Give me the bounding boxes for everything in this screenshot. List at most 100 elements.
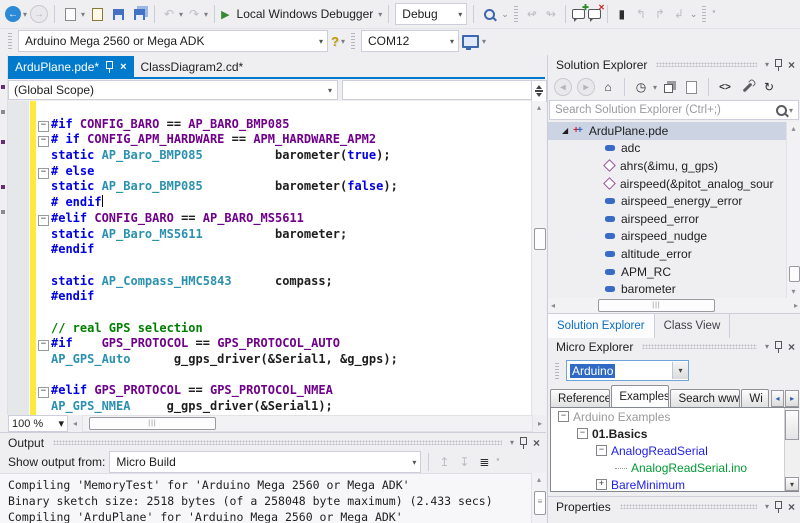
close-icon[interactable]: × [120,61,126,73]
tab-classdiagram[interactable]: ClassDiagram2.cd* [134,56,251,77]
member-select[interactable]: ▾ [342,80,557,100]
platform-select[interactable]: Arduino ▾ [566,360,689,381]
scrollbar-thumb[interactable]: ||| [89,417,216,430]
code-editor[interactable]: − #if CONFIG_BARO == AP_BARO_BMP085− # if … [8,101,531,415]
tab-scroll-left-button[interactable]: ◂ [770,390,785,407]
properties-title-bar[interactable]: Properties ▾ × [548,497,800,516]
expand-box-icon[interactable]: + [596,479,607,490]
micro-explorer-title-bar[interactable]: Micro Explorer ▾ × [548,337,800,356]
toolbar-overflow-icon[interactable]: ⌄ [501,9,508,20]
pin-icon[interactable] [774,59,783,71]
chevron-down-icon[interactable]: ▾ [672,362,688,379]
toolbar-more-icon[interactable]: ” [496,457,499,467]
navigate-backward-code-button[interactable]: ↫ [524,6,540,22]
code-line[interactable]: − # else [8,164,531,180]
pending-changes-filter-button[interactable]: ◷ [633,79,649,95]
collapse-box-icon[interactable]: − [558,411,569,422]
se-vertical-scrollbar[interactable]: ▴ ▾ [786,122,800,298]
scrollbar-thumb[interactable] [789,266,800,282]
help-button[interactable]: ? [331,34,339,49]
clear-all-button[interactable]: ≣ [476,454,492,470]
redo-dropdown-icon[interactable]: ▾ [204,10,208,19]
clear-bookmarks-button[interactable]: ↲ [671,6,687,22]
tab-arduplane[interactable]: ArduPlane.pde* × [8,56,134,77]
close-icon[interactable]: × [788,500,795,514]
solution-explorer-item[interactable]: airspeed_error [548,210,787,228]
scroll-right-icon[interactable]: ▸ [791,301,800,310]
serial-monitor-button[interactable] [462,32,480,50]
search-icon[interactable] [775,104,787,116]
toolbar-grip[interactable] [555,362,559,379]
toolbar-grip[interactable] [702,6,707,22]
scroll-up-icon[interactable]: ▴ [532,475,546,484]
toggle-bookmark-button[interactable]: ▮ [614,6,630,22]
serial-monitor-dropdown-icon[interactable]: ▾ [482,37,486,46]
tab-class-view[interactable]: Class View [655,314,731,338]
output-source-select[interactable]: Micro Build ▾ [109,451,422,473]
next-bookmark-button[interactable]: ↱ [652,6,668,22]
close-icon[interactable]: × [533,436,540,450]
window-position-icon[interactable]: ▾ [765,60,769,69]
code-line[interactable]: − #if GPS_PROTOCOL == GPS_PROTOCOL_AUTO [8,336,531,352]
code-line[interactable]: # endif [8,195,531,211]
navigate-forward-button[interactable]: → [30,5,49,23]
pin-icon[interactable] [774,501,783,513]
drag-grip[interactable] [619,504,757,509]
solution-configuration-select[interactable]: Debug ▾ [395,3,468,25]
code-line[interactable]: − # if CONFIG_APM_HARDWARE == APM_HARDWAR… [8,132,531,148]
toolbar-overflow-icon[interactable]: ⌄ [690,9,697,20]
solution-explorer-item[interactable]: airspeed_nudge [548,228,787,246]
scrollbar-thumb[interactable] [534,228,546,250]
tab-reference[interactable]: Reference [550,389,611,407]
output-log[interactable]: Compiling 'MemoryTest' for 'Arduino Mega… [0,473,546,523]
toolbar-grip[interactable] [350,33,355,49]
fold-collapse-icon[interactable]: − [38,120,49,132]
fold-collapse-icon[interactable]: − [38,214,49,226]
delete-comment-button[interactable]: ✕ [587,4,605,22]
solution-explorer-item[interactable]: barometer [548,280,787,298]
examples-scrollbar[interactable]: ▾ [784,408,800,491]
save-all-button[interactable] [130,5,148,23]
solution-explorer-search[interactable]: Search Solution Explorer (Ctrl+;) ▾ [549,100,799,120]
start-debug-button[interactable]: Local Windows Debugger [237,7,374,21]
se-horizontal-scrollbar[interactable]: ◂ ||| ▸ [548,298,800,313]
scroll-up-icon[interactable]: ▴ [532,103,546,112]
editor-zoom-select[interactable]: 100 % ▾ [8,415,68,432]
scope-select[interactable]: (Global Scope) ▾ [8,80,338,100]
solution-explorer-item[interactable]: adc [548,140,787,158]
code-line[interactable]: #endif [8,242,531,258]
collapse-all-icon[interactable] [664,84,674,93]
fold-collapse-icon[interactable]: − [38,387,49,399]
solution-explorer-item[interactable]: airspeed(&pitot_analog_sour [548,175,787,193]
scroll-left-icon[interactable]: ◂ [548,301,558,310]
tree-item-arduplane-pde[interactable]: ◢ ++ ArduPlane.pde [548,122,787,140]
examples-tree-item[interactable]: AnalogReadSerial.ino [551,459,798,476]
board-select[interactable]: Arduino Mega 2560 or Mega ADK ▾ [18,30,328,52]
examples-tree-item[interactable]: −01.Basics [551,425,798,442]
tab-search-www[interactable]: Search www [670,389,741,407]
close-icon[interactable]: × [788,58,795,72]
tab-wiki[interactable]: Wi [741,389,769,407]
start-debug-dropdown-icon[interactable]: ▾ [378,10,382,19]
scroll-right-icon[interactable]: ▸ [535,419,545,428]
navigate-forward-code-button[interactable]: ↬ [543,6,559,22]
sync-with-active-document-button[interactable]: ↻ [761,79,777,95]
scrollbar-thumb[interactable] [785,410,799,440]
solution-explorer-item[interactable]: airspeed_energy_error [548,192,787,210]
tab-examples[interactable]: Examples [611,385,670,407]
properties-button[interactable] [738,78,756,96]
open-file-button[interactable] [88,5,106,23]
solution-explorer-item[interactable]: altitude_error [548,245,787,263]
redo-button[interactable]: ↷ [186,6,202,22]
pin-icon[interactable] [774,341,783,353]
help-dropdown-icon[interactable]: ▾ [341,37,345,46]
toolbar-more-icon[interactable]: ” [712,9,715,19]
collapse-box-icon[interactable]: − [577,428,588,439]
navigate-back-dropdown-icon[interactable]: ▾ [23,10,27,19]
window-position-icon[interactable]: ▾ [765,342,769,351]
toolbar-grip[interactable] [513,6,518,22]
new-file-dropdown-icon[interactable]: ▾ [81,10,85,19]
tab-scroll-right-button[interactable]: ▸ [785,390,799,407]
editor-horizontal-scrollbar[interactable]: ||| [82,415,533,432]
window-position-icon[interactable]: ▾ [510,438,514,447]
